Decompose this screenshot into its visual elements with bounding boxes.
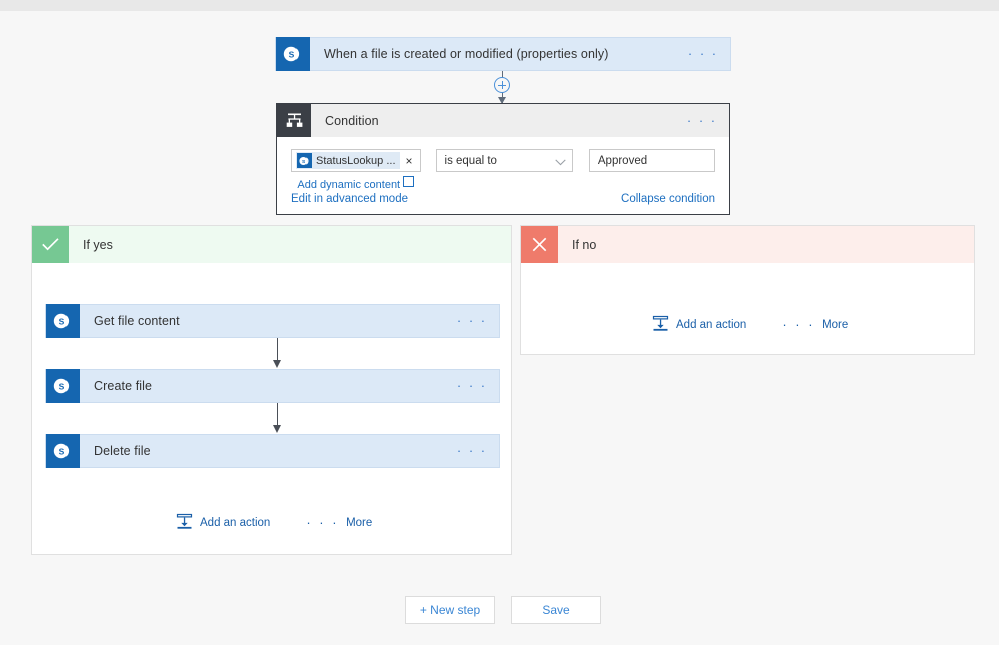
condition-operator-value: is equal to — [444, 154, 497, 167]
branch-if-no-label: If no — [572, 237, 597, 252]
add-dynamic-content-label: Add dynamic content — [297, 179, 401, 191]
condition-fork-icon — [277, 104, 311, 137]
svg-text:S: S — [59, 316, 65, 326]
cross-icon — [521, 226, 558, 263]
sharepoint-icon: S — [276, 37, 310, 71]
close-icon[interactable]: × — [400, 155, 416, 167]
condition-menu-button[interactable]: · · · — [685, 114, 729, 127]
branch-if-no-add-row: Add an action · · · More — [652, 315, 848, 335]
condition-left-operand-group: S StatusLookup ... × Add dynamic content — [291, 149, 421, 191]
add-an-action-label: Add an action — [676, 319, 747, 331]
condition-footer: Edit in advanced mode Collapse condition — [291, 193, 715, 205]
condition-card-header[interactable]: Condition · · · — [277, 104, 729, 137]
action-card-delete-file[interactable]: S Delete file · · · — [45, 434, 500, 468]
sharepoint-token-icon: S — [297, 153, 312, 168]
action-menu-button[interactable]: · · · — [455, 379, 499, 392]
connector-trigger-to-condition — [487, 71, 517, 104]
add-an-action-button[interactable]: Add an action — [176, 513, 270, 533]
trigger-menu-button[interactable]: · · · — [686, 47, 730, 60]
action-menu-button[interactable]: · · · — [455, 444, 499, 457]
more-label: More — [346, 517, 373, 529]
branch-if-yes: If yes S Get file content · · · S Create… — [31, 225, 512, 555]
trigger-card-header[interactable]: S When a file is created or modified (pr… — [276, 37, 730, 71]
top-chrome-strip — [0, 0, 999, 11]
flow-designer-canvas: S When a file is created or modified (pr… — [0, 11, 999, 645]
add-an-action-label: Add an action — [200, 517, 271, 529]
new-step-button[interactable]: + New step — [405, 596, 495, 624]
dynamic-content-token[interactable]: S StatusLookup ... — [296, 152, 400, 169]
add-step-icon — [176, 513, 193, 533]
svg-text:S: S — [59, 446, 65, 456]
trigger-title: When a file is created or modified (prop… — [324, 47, 609, 61]
condition-operator-select[interactable]: is equal to — [435, 149, 573, 172]
dynamic-content-token-label: StatusLookup ... — [316, 154, 396, 167]
svg-text:S: S — [289, 49, 295, 59]
branch-if-yes-header: If yes — [32, 226, 511, 263]
add-step-icon — [652, 315, 669, 335]
connector-arrowhead — [273, 360, 281, 368]
add-dynamic-content-link[interactable]: Add dynamic content — [291, 176, 421, 191]
condition-body: S StatusLookup ... × Add dynamic content… — [277, 137, 729, 214]
action-menu-button[interactable]: · · · — [455, 314, 499, 327]
connector-action-1-to-2 — [272, 338, 284, 370]
connector-action-2-to-3 — [272, 403, 284, 435]
sharepoint-icon: S — [46, 369, 80, 403]
save-button[interactable]: Save — [511, 596, 601, 624]
action-title: Delete file — [94, 444, 151, 458]
branch-if-no: If no — [520, 225, 975, 355]
branch-if-no-header: If no — [521, 226, 974, 263]
connector-arrowhead — [273, 425, 281, 433]
more-button[interactable]: · · · More — [306, 515, 373, 530]
sharepoint-icon: S — [46, 434, 80, 468]
check-icon — [32, 226, 69, 263]
condition-value-text: Approved — [597, 154, 648, 167]
add-an-action-button[interactable]: Add an action — [652, 315, 746, 335]
condition-title: Condition — [325, 113, 379, 128]
action-card-create-file[interactable]: S Create file · · · — [45, 369, 500, 403]
more-label: More — [822, 319, 849, 331]
plus-circle-icon[interactable] — [494, 77, 510, 93]
edit-advanced-mode-link[interactable]: Edit in advanced mode — [291, 193, 408, 205]
svg-text:S: S — [59, 381, 65, 391]
dynamic-content-badge-icon — [403, 176, 415, 187]
sharepoint-icon: S — [46, 304, 80, 338]
condition-card[interactable]: Condition · · · S StatusLookup ... × Add… — [276, 103, 730, 215]
action-card-get-file-content[interactable]: S Get file content · · · — [45, 304, 500, 338]
trigger-card[interactable]: S When a file is created or modified (pr… — [275, 37, 731, 71]
condition-expression-row: S StatusLookup ... × Add dynamic content… — [291, 149, 715, 191]
branch-if-yes-add-row: Add an action · · · More — [176, 513, 372, 533]
condition-left-operand-field[interactable]: S StatusLookup ... × — [291, 149, 421, 172]
branch-if-yes-label: If yes — [83, 237, 113, 252]
more-dots-icon: · · · — [782, 317, 816, 332]
more-dots-icon: · · · — [306, 515, 340, 530]
collapse-condition-link[interactable]: Collapse condition — [621, 193, 715, 205]
more-button[interactable]: · · · More — [782, 317, 849, 332]
action-title: Get file content — [94, 314, 180, 328]
condition-value-input[interactable]: Approved — [588, 149, 715, 172]
action-title: Create file — [94, 379, 153, 393]
chevron-down-icon — [555, 157, 566, 166]
